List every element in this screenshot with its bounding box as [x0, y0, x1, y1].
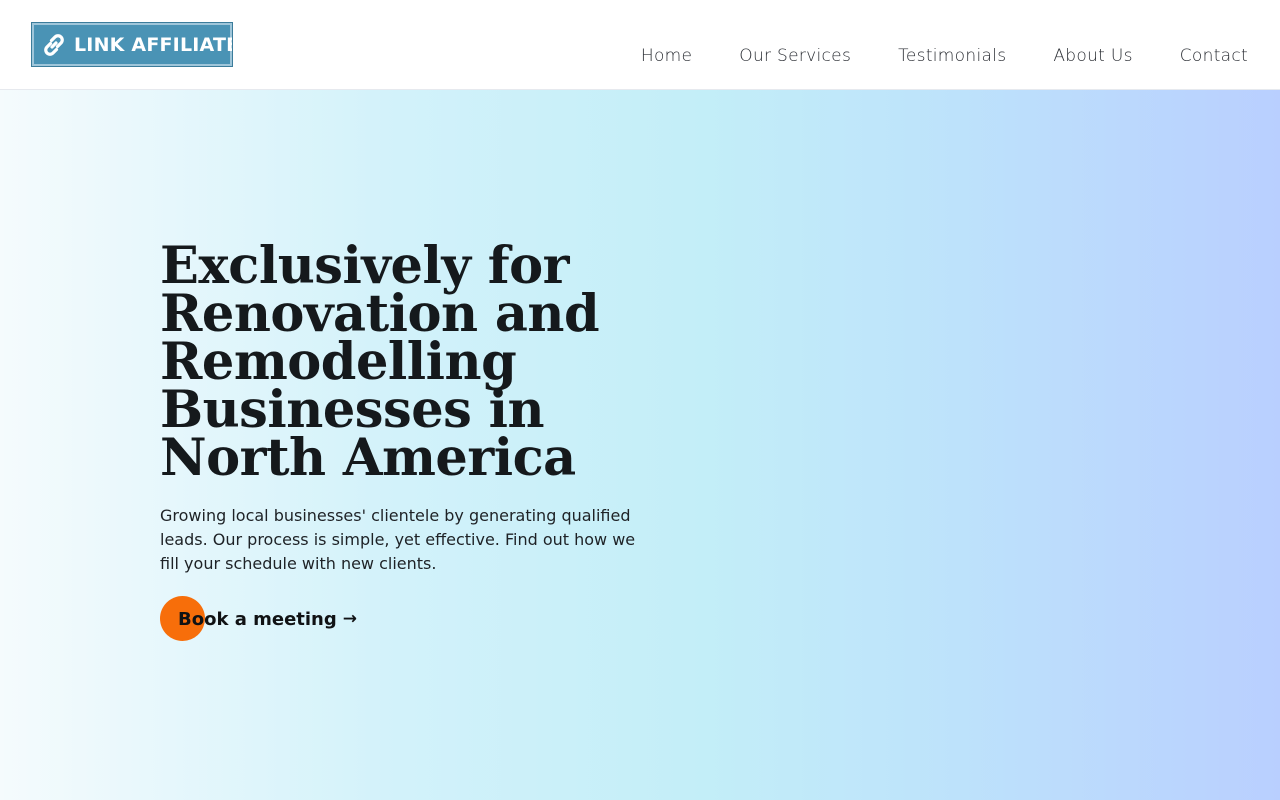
- nav-item-our-services[interactable]: Our Services: [739, 46, 851, 66]
- arrow-right-icon: →: [342, 609, 357, 629]
- hero-section: Exclusively for Renovation and Remodelli…: [0, 90, 1280, 800]
- logo-text: LINK AFFILIATES: [74, 33, 254, 56]
- nav-item-testimonials[interactable]: Testimonials: [898, 46, 1006, 66]
- site-header: LINK AFFILIATES Home Our Services Testim…: [0, 0, 1280, 90]
- main-nav: Home Our Services Testimonials About Us …: [594, 46, 1248, 66]
- book-meeting-button[interactable]: Book a meeting →: [160, 596, 357, 642]
- nav-item-contact[interactable]: Contact: [1180, 46, 1248, 66]
- hero-subtitle: Growing local businesses' clientele by g…: [160, 506, 636, 573]
- hero-title: Exclusively for Renovation and Remodelli…: [160, 236, 600, 488]
- cta-label: Book a meeting: [178, 608, 337, 630]
- nav-item-home[interactable]: Home: [641, 46, 692, 66]
- nav-item-about-us[interactable]: About Us: [1053, 46, 1132, 66]
- chain-link-icon: [40, 30, 68, 60]
- logo[interactable]: LINK AFFILIATES: [31, 22, 253, 67]
